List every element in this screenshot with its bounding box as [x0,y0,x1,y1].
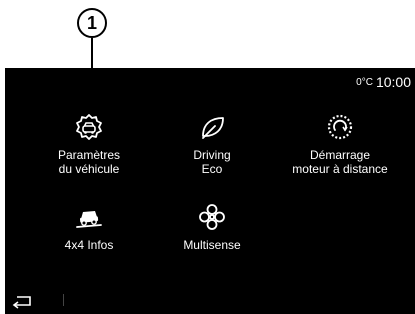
app-label: Démarrage moteur à distance [292,148,388,176]
outside-temperature: 0°C [356,77,373,88]
status-bar: 0°C 10:00 [356,74,411,90]
app-label: Multisense [183,238,241,252]
app-label: Paramètres du véhicule [57,148,121,176]
remote-engine-start-icon [327,114,353,140]
app-remote-engine-start[interactable]: Démarrage moteur à distance [275,112,405,176]
multisense-icon [199,204,225,230]
app-label: Driving Eco [193,148,231,176]
clock: 10:00 [375,74,411,90]
callout-marker: 1 [77,8,107,38]
app-multisense[interactable]: Multisense [147,202,277,252]
app-vehicle-settings[interactable]: Paramètres du véhicule [24,112,154,176]
back-arrow-icon[interactable] [9,292,35,310]
eco-leaf-icon [202,117,224,139]
app-driving-eco[interactable]: Driving Eco [147,112,277,176]
offroad-4x4-icon [76,211,102,228]
app-label: 4x4 Infos [64,238,114,252]
app-4x4-infos[interactable]: 4x4 Infos [24,202,154,252]
nav-divider [63,294,64,306]
infotainment-screen: 0°C 10:00 Paramètres du véhicule Driving … [5,68,415,314]
vehicle-settings-icon [76,114,102,140]
